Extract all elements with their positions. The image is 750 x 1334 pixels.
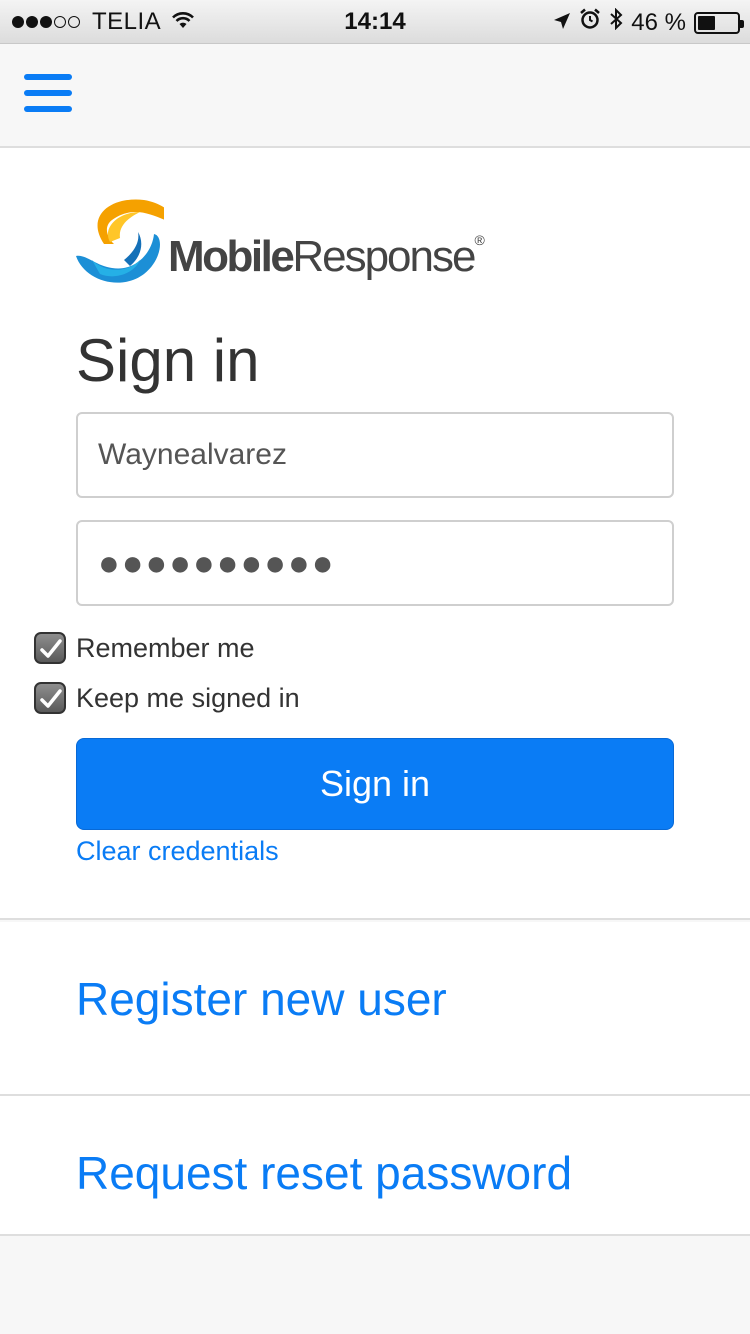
mobile-response-logo: MobileResponse® xyxy=(74,194,485,286)
bluetooth-icon xyxy=(609,7,623,37)
username-field[interactable]: Waynealvarez xyxy=(76,412,674,498)
battery-icon xyxy=(694,11,744,34)
password-field[interactable]: ●●●●●●●●●● xyxy=(76,520,674,606)
status-bar: TELIA 14:14 46 % xyxy=(0,0,750,44)
page-title: Sign in xyxy=(76,327,260,394)
checkmark-icon xyxy=(40,639,62,658)
status-right: 46 % xyxy=(545,7,744,37)
register-section: Register new user xyxy=(0,922,750,1096)
keep-signed-in-checkbox[interactable] xyxy=(34,682,66,714)
clear-credentials-link[interactable]: Clear credentials xyxy=(76,836,279,867)
nav-bar xyxy=(0,44,750,148)
battery-percent: 46 % xyxy=(631,8,686,36)
remember-me-label: Remember me xyxy=(76,632,255,663)
signin-panel: MobileResponse® Sign in Waynealvarez ●●●… xyxy=(0,148,750,920)
keep-signed-in-option[interactable]: Keep me signed in xyxy=(34,682,300,714)
logo-wordmark: MobileResponse® xyxy=(168,232,485,281)
reset-password-section: Request reset password xyxy=(0,1096,750,1236)
remember-me-option[interactable]: Remember me xyxy=(34,632,255,664)
remember-me-checkbox[interactable] xyxy=(34,632,66,664)
sign-in-button[interactable]: Sign in xyxy=(76,738,674,830)
location-arrow-icon xyxy=(553,9,571,37)
checkmark-icon xyxy=(40,689,62,708)
register-new-user-link[interactable]: Register new user xyxy=(76,972,447,1026)
hamburger-menu-icon[interactable] xyxy=(24,74,72,116)
request-reset-password-link[interactable]: Request reset password xyxy=(76,1146,572,1200)
alarm-clock-icon xyxy=(579,8,601,37)
logo-swirl-icon xyxy=(76,199,164,283)
keep-signed-in-label: Keep me signed in xyxy=(76,682,300,713)
